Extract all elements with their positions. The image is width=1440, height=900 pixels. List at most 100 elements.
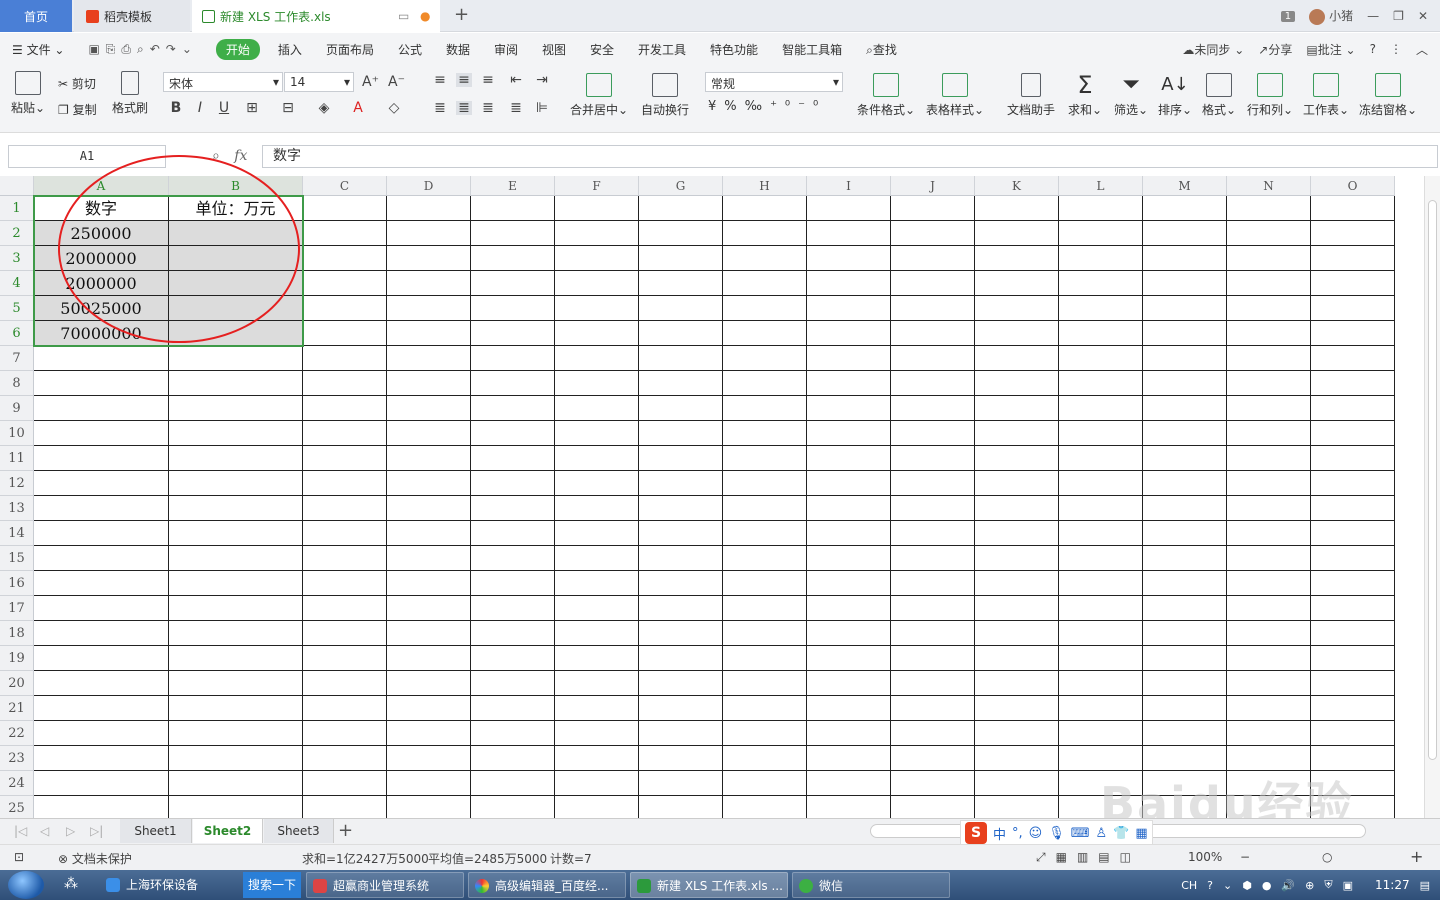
cell-i12[interactable] — [807, 471, 891, 496]
cell-o5[interactable] — [1311, 296, 1395, 321]
column-header-b[interactable]: B — [169, 176, 303, 196]
cell-c5[interactable] — [303, 296, 387, 321]
column-header-e[interactable]: E — [471, 176, 555, 196]
cell-i13[interactable] — [807, 496, 891, 521]
cell-c7[interactable] — [303, 346, 387, 371]
cell-j11[interactable] — [891, 446, 975, 471]
pin-icon[interactable]: ▭ — [398, 9, 409, 23]
cell-b15[interactable] — [169, 546, 303, 571]
cell-j7[interactable] — [891, 346, 975, 371]
cell-i4[interactable] — [807, 271, 891, 296]
minimize-icon[interactable]: — — [1367, 9, 1379, 23]
cell-g9[interactable] — [639, 396, 723, 421]
cell-i5[interactable] — [807, 296, 891, 321]
cell-n17[interactable] — [1227, 596, 1311, 621]
cell-e25[interactable] — [471, 796, 555, 818]
cell-g11[interactable] — [639, 446, 723, 471]
cell-b11[interactable] — [169, 446, 303, 471]
start-button[interactable] — [8, 871, 44, 899]
cell-b13[interactable] — [169, 496, 303, 521]
cell-a2[interactable]: 250000 — [34, 221, 169, 246]
wrap-text-button[interactable]: 自动换行 — [638, 73, 692, 118]
border-icon[interactable]: ⊞ — [244, 101, 260, 115]
cell-d14[interactable] — [387, 521, 471, 546]
cell-m8[interactable] — [1143, 371, 1227, 396]
cell-b17[interactable] — [169, 596, 303, 621]
cell-o19[interactable] — [1311, 646, 1395, 671]
cell-e7[interactable] — [471, 346, 555, 371]
row-header-8[interactable]: 8 — [0, 371, 34, 396]
cell-a8[interactable] — [34, 371, 169, 396]
cell-l16[interactable] — [1059, 571, 1143, 596]
cell-n11[interactable] — [1227, 446, 1311, 471]
cell-d6[interactable] — [387, 321, 471, 346]
close-icon[interactable]: ✕ — [1418, 9, 1428, 23]
cell-g12[interactable] — [639, 471, 723, 496]
row-header-21[interactable]: 21 — [0, 696, 34, 721]
cell-a3[interactable]: 2000000 — [34, 246, 169, 271]
cell-e4[interactable] — [471, 271, 555, 296]
cell-e21[interactable] — [471, 696, 555, 721]
cell-j2[interactable] — [891, 221, 975, 246]
cell-f17[interactable] — [555, 596, 639, 621]
add-sheet-button[interactable]: + — [338, 820, 353, 841]
restore-icon[interactable]: ❐ — [1393, 9, 1404, 23]
cell-h12[interactable] — [723, 471, 807, 496]
cell-l4[interactable] — [1059, 271, 1143, 296]
cell-a11[interactable] — [34, 446, 169, 471]
cell-o20[interactable] — [1311, 671, 1395, 696]
row-header-25[interactable]: 25 — [0, 796, 34, 818]
cell-o7[interactable] — [1311, 346, 1395, 371]
window-count-badge[interactable]: 1 — [1280, 10, 1296, 22]
cell-b21[interactable] — [169, 696, 303, 721]
cell-e8[interactable] — [471, 371, 555, 396]
column-header-c[interactable]: C — [303, 176, 387, 196]
cell-m20[interactable] — [1143, 671, 1227, 696]
cell-k16[interactable] — [975, 571, 1059, 596]
cell-j21[interactable] — [891, 696, 975, 721]
cell-c25[interactable] — [303, 796, 387, 818]
language-indicator[interactable]: CH — [1181, 879, 1197, 892]
cell-f24[interactable] — [555, 771, 639, 796]
cell-k22[interactable] — [975, 721, 1059, 746]
new-tab-button[interactable]: + — [454, 4, 469, 25]
cell-c1[interactable] — [303, 196, 387, 221]
cell-h4[interactable] — [723, 271, 807, 296]
cell-c10[interactable] — [303, 421, 387, 446]
cell-d8[interactable] — [387, 371, 471, 396]
cell-k4[interactable] — [975, 271, 1059, 296]
row-header-18[interactable]: 18 — [0, 621, 34, 646]
cell-j16[interactable] — [891, 571, 975, 596]
cell-j24[interactable] — [891, 771, 975, 796]
row-header-5[interactable]: 5 — [0, 296, 34, 321]
column-header-d[interactable]: D — [387, 176, 471, 196]
cell-f5[interactable] — [555, 296, 639, 321]
cell-a20[interactable] — [34, 671, 169, 696]
cell-g16[interactable] — [639, 571, 723, 596]
format-painter-button[interactable]: 格式刷 — [110, 71, 150, 116]
cell-n15[interactable] — [1227, 546, 1311, 571]
vertical-scrollbar[interactable] — [1424, 176, 1440, 818]
worksheet-button[interactable]: 工作表⌄ — [1302, 73, 1350, 118]
cell-m10[interactable] — [1143, 421, 1227, 446]
cell-l19[interactable] — [1059, 646, 1143, 671]
freeze-panes-button[interactable]: 冻结窗格⌄ — [1358, 73, 1418, 118]
cell-a19[interactable] — [34, 646, 169, 671]
cell-l5[interactable] — [1059, 296, 1143, 321]
cell-a16[interactable] — [34, 571, 169, 596]
cell-a4[interactable]: 2000000 — [34, 271, 169, 296]
cell-h21[interactable] — [723, 696, 807, 721]
taskbar-search[interactable]: 搜索一下 — [243, 872, 301, 898]
cell-b20[interactable] — [169, 671, 303, 696]
menu-toolbox[interactable]: 智能工具箱 — [770, 41, 854, 58]
cell-a13[interactable] — [34, 496, 169, 521]
cell-i9[interactable] — [807, 396, 891, 421]
cell-i22[interactable] — [807, 721, 891, 746]
cell-j13[interactable] — [891, 496, 975, 521]
macro-icon[interactable]: ⊡ — [14, 850, 24, 864]
cell-b4[interactable] — [169, 271, 303, 296]
cell-h22[interactable] — [723, 721, 807, 746]
cell-i25[interactable] — [807, 796, 891, 818]
cell-o16[interactable] — [1311, 571, 1395, 596]
cell-k20[interactable] — [975, 671, 1059, 696]
